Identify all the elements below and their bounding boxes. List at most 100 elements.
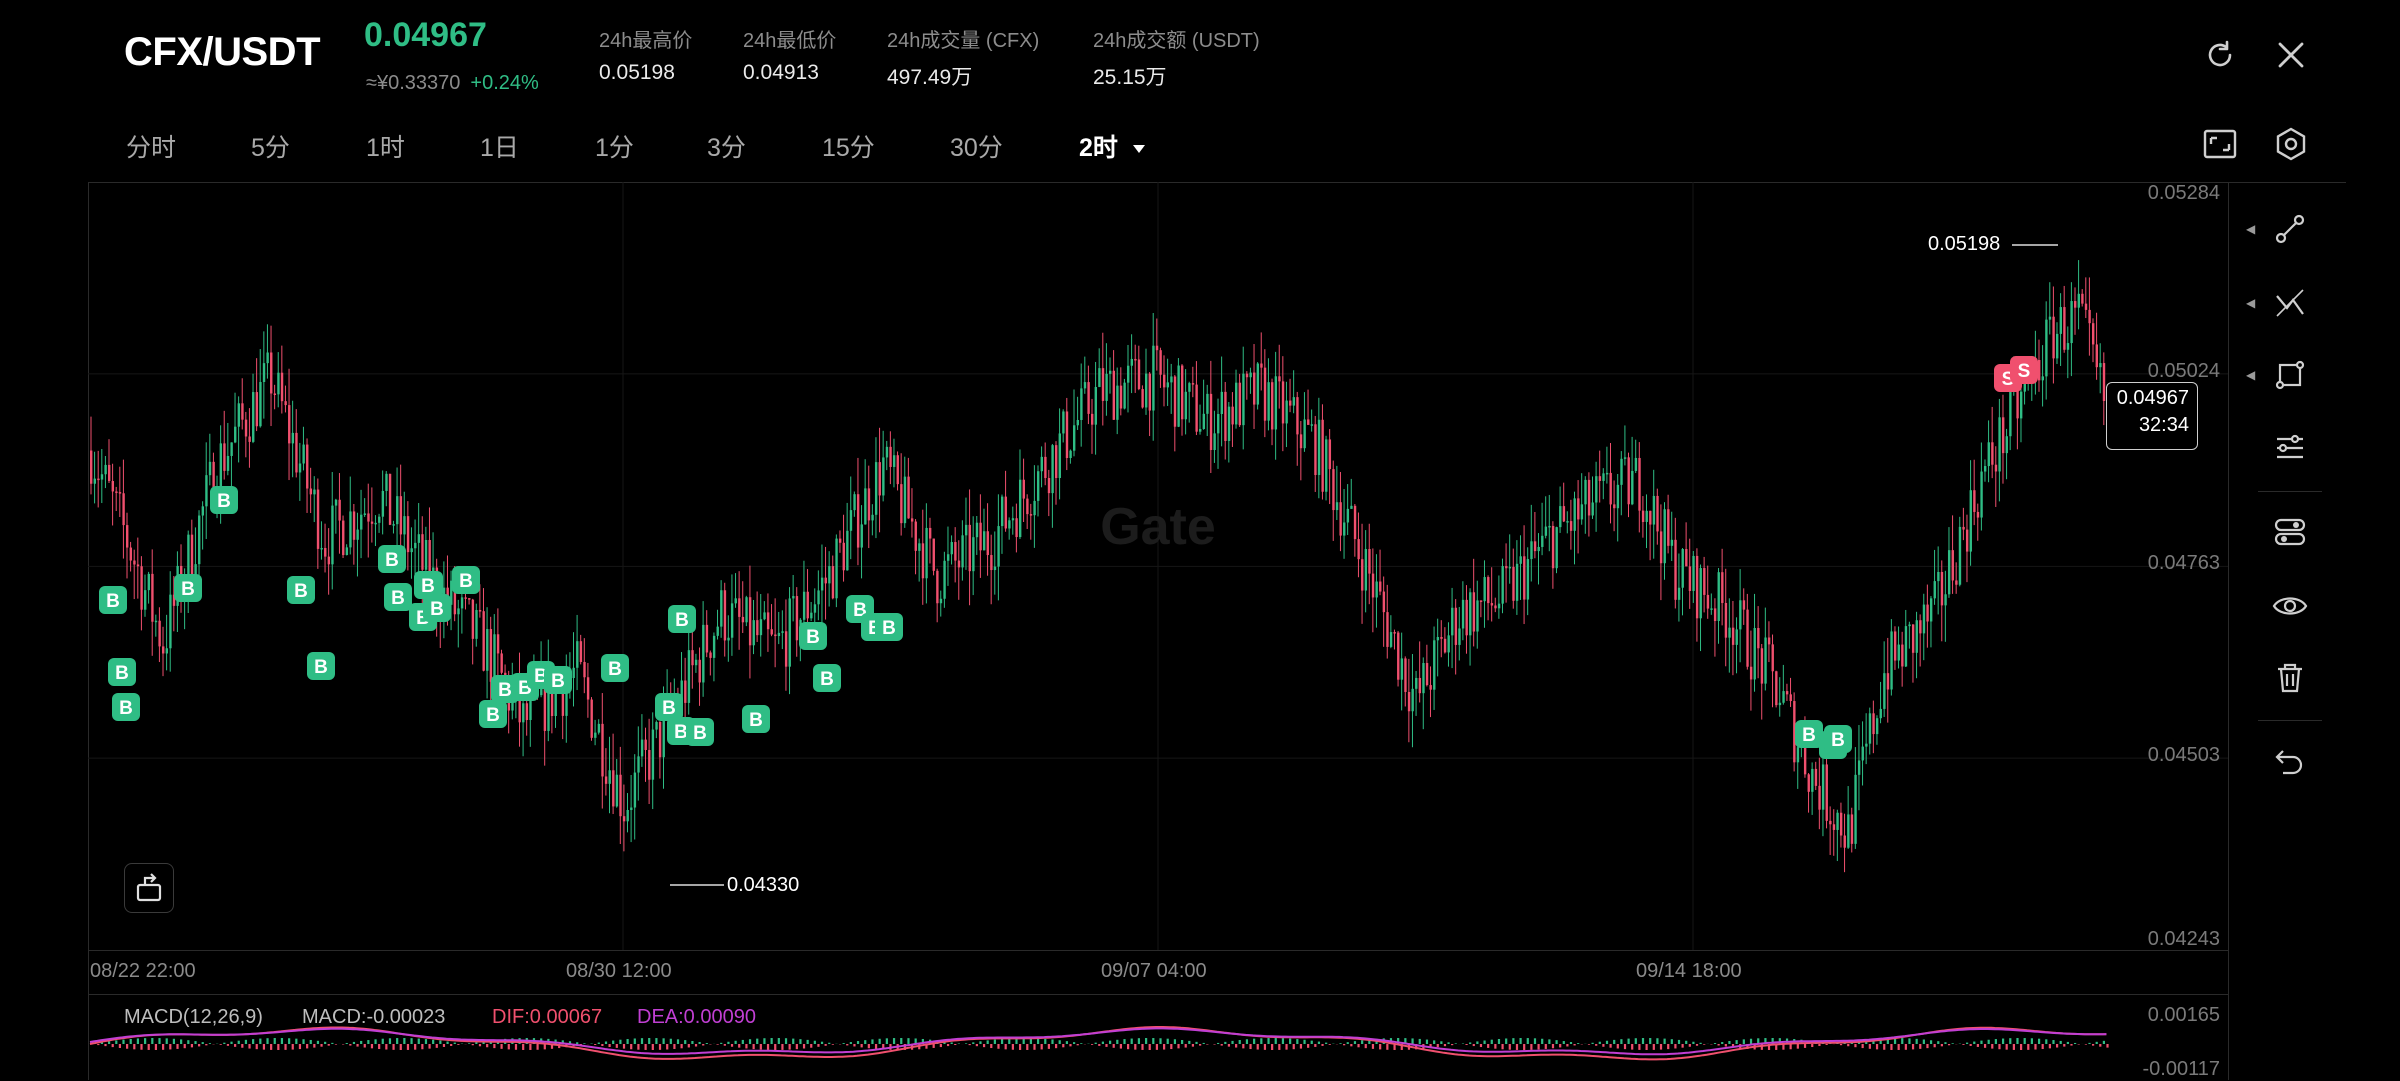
macd-bar [1005,1044,1007,1049]
svg-text:B: B [486,705,500,726]
macd-bar [1876,1044,1878,1049]
candle-body [864,488,866,524]
tab-30m[interactable]: 30分 [950,128,1003,164]
macd-bar [1804,1044,1806,1048]
macd-bar [1869,1044,1871,1049]
tab-15m[interactable]: 15分 [822,128,875,164]
macd-bar [1966,1043,1968,1044]
share-button[interactable] [124,863,174,913]
tab-3m[interactable]: 3分 [707,128,746,164]
tool-expand-icon[interactable]: ◀ [2246,296,2255,310]
tab-1h[interactable]: 1时 [366,128,405,164]
candle-body [1642,511,1644,522]
candle-body [1048,478,1050,493]
candle-body [1656,496,1658,531]
macd-bar [670,1039,672,1044]
tool-expand-icon[interactable]: ◀ [2246,368,2255,382]
macd-bar [1491,1040,1493,1044]
macd-bar [112,1044,114,1047]
tab-5m[interactable]: 5分 [251,128,290,164]
macd-bar [1476,1041,1478,1044]
candle-body [122,493,124,525]
macd-bar [115,1040,117,1044]
tab-fenshi[interactable]: 分时 [126,128,176,164]
candle-body [853,494,855,510]
candle-body [349,511,351,547]
tab-1m[interactable]: 1分 [595,128,634,164]
candle-body [590,700,592,738]
candle-body [140,566,142,609]
macd-bar [1188,1041,1190,1044]
tool-trendline[interactable] [2268,207,2312,251]
fullscreen-button[interactable] [2198,122,2242,166]
candle-body [1469,592,1471,635]
macd-chart[interactable] [88,994,2228,1080]
macd-bar [281,1038,283,1044]
macd-bar [1743,1039,1745,1044]
macd-bar [2002,1039,2004,1044]
macd-bar [875,1044,877,1049]
candle-body [1465,600,1467,635]
tool-polyline[interactable] [2268,281,2312,325]
candle-body [1541,536,1543,547]
current-price-box[interactable]: 0.04967 32:34 [2106,382,2198,450]
candle-body [2078,294,2080,308]
candle-body [1646,511,1648,522]
candle-body [1865,744,1867,747]
settings-button[interactable] [2269,122,2313,166]
candle-body [1901,645,1903,667]
candle-body [724,590,726,640]
candle-body [987,531,989,555]
macd-bar [2009,1038,2011,1044]
candle-body [915,522,917,551]
macd-bar [1991,1044,1993,1049]
tab-2h[interactable]: 2时 [1079,128,1147,164]
macd-bar [1278,1044,1280,1050]
macd-bar [176,1044,178,1049]
macd-bar [745,1044,747,1048]
refresh-button[interactable] [2198,33,2242,77]
candle-body [1880,709,1882,718]
macd-bar [778,1038,780,1044]
tool-shape[interactable] [2268,353,2312,397]
tool-expand-icon[interactable]: ◀ [2246,222,2255,236]
macd-bar [1505,1038,1507,1044]
macd-bar [1098,1044,1100,1046]
macd-bar [1811,1044,1813,1047]
macd-bar [990,1044,992,1048]
candle-body [655,722,657,730]
svg-text:B: B [106,591,120,612]
macd-bar [753,1044,755,1049]
pair-title[interactable]: CFX/USDT [124,30,320,75]
candle-body [1952,550,1954,580]
tool-visibility[interactable] [2268,584,2312,628]
candle-body [364,513,366,515]
candle-body [1267,382,1269,420]
candle-body [767,612,769,629]
macd-bar [720,1043,722,1044]
candle-body [1437,637,1439,640]
tool-indicator-settings[interactable] [2268,510,2312,554]
macd-bar [832,1044,834,1045]
svg-text:B: B [1802,725,1816,746]
stat-high: 24h最高价 0.05198 [599,24,692,85]
candle-body [706,625,708,653]
candlestick-chart[interactable]: Gate BBBBBBBBBBBBBBBBBBBBBBBBBBBBBBBBBSS [88,182,2228,950]
macd-bar [1480,1044,1482,1047]
macd-bar [857,1041,859,1044]
macd-bar [1995,1039,1997,1044]
candle-body [1782,691,1784,703]
candle-body [1372,574,1374,598]
macd-bar [1282,1038,1284,1044]
macd-bar [688,1044,690,1047]
tool-fib[interactable] [2268,426,2312,470]
tool-delete[interactable] [2268,656,2312,700]
macd-bar [616,1044,618,1048]
candle-body [328,557,330,565]
macd-bar [1275,1038,1277,1044]
macd-bar [2092,1044,2094,1046]
tab-1d[interactable]: 1日 [480,128,519,164]
tool-undo[interactable] [2268,740,2312,784]
close-button[interactable] [2269,33,2313,77]
candle-body [1847,814,1849,847]
